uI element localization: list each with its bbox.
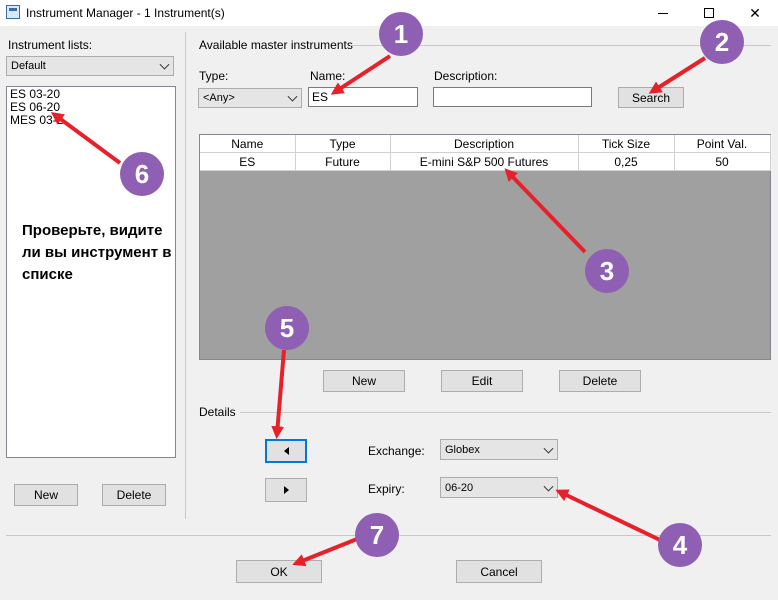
chevron-down-icon xyxy=(287,91,298,102)
master-group-label: Available master instruments xyxy=(199,38,353,52)
cell-description: E-mini S&P 500 Futures xyxy=(390,152,579,171)
triangle-right-icon xyxy=(283,486,289,494)
step-badge-7: 7 xyxy=(355,513,399,557)
step-badge-5: 5 xyxy=(265,306,309,350)
window-title: Instrument Manager - 1 Instrument(s) xyxy=(26,6,225,20)
panel-divider xyxy=(185,32,186,519)
search-button[interactable]: Search xyxy=(618,87,684,108)
master-delete-button[interactable]: Delete xyxy=(559,370,641,392)
app-icon xyxy=(6,5,20,19)
exchange-label: Exchange: xyxy=(368,444,425,458)
group-divider xyxy=(240,412,771,413)
close-icon: ✕ xyxy=(749,4,761,21)
chevron-down-icon xyxy=(543,443,554,454)
step-badge-2: 2 xyxy=(700,20,744,64)
name-label: Name: xyxy=(310,69,346,83)
name-input-value: ES xyxy=(312,90,329,104)
annotation-arrow xyxy=(555,489,661,542)
cancel-button[interactable]: Cancel xyxy=(456,560,542,583)
cell-point-value: 50 xyxy=(674,152,771,171)
cell-type: Future xyxy=(295,152,391,171)
triangle-left-icon xyxy=(283,447,289,455)
chevron-down-icon xyxy=(159,59,170,70)
annotation-arrow xyxy=(271,349,286,440)
step-badge-6: 6 xyxy=(120,152,164,196)
ok-button[interactable]: OK xyxy=(236,560,322,583)
cell-name: ES xyxy=(200,152,296,171)
close-button[interactable]: ✕ xyxy=(732,0,778,26)
column-header-type[interactable]: Type xyxy=(295,135,391,153)
instrument-list-value: Default xyxy=(11,60,46,72)
step-badge-3: 3 xyxy=(585,249,629,293)
expiry-value: 06-20 xyxy=(445,481,474,494)
exchange-select[interactable]: Globex xyxy=(440,439,558,460)
master-new-button[interactable]: New xyxy=(323,370,405,392)
type-label: Type: xyxy=(199,69,229,83)
type-select[interactable]: <Any> xyxy=(198,88,302,108)
move-left-button[interactable] xyxy=(265,439,307,463)
list-delete-button[interactable]: Delete xyxy=(102,484,166,506)
expiry-label: Expiry: xyxy=(368,482,405,496)
master-edit-button[interactable]: Edit xyxy=(441,370,523,392)
exchange-value: Globex xyxy=(445,443,480,456)
move-right-button[interactable] xyxy=(265,478,307,502)
column-header-name[interactable]: Name xyxy=(200,135,296,153)
list-item[interactable]: MES 03-2 xyxy=(7,114,175,127)
table-header-row: Name Type Description Tick Size Point Va… xyxy=(200,135,771,153)
type-value: <Any> xyxy=(203,92,235,104)
table-row[interactable]: ES Future E-mini S&P 500 Futures 0,25 50 xyxy=(200,152,771,171)
cell-tick-size: 0,25 xyxy=(578,152,675,171)
description-label: Description: xyxy=(434,69,498,83)
minimize-icon xyxy=(658,12,668,14)
name-input[interactable]: ES xyxy=(308,87,418,107)
step-badge-4: 4 xyxy=(658,523,702,567)
details-group-label: Details xyxy=(199,405,236,419)
list-new-button[interactable]: New xyxy=(14,484,78,506)
column-header-tick-size[interactable]: Tick Size xyxy=(578,135,675,153)
expiry-select[interactable]: 06-20 xyxy=(440,477,558,498)
chevron-down-icon xyxy=(543,481,554,492)
step-badge-1: 1 xyxy=(379,12,423,56)
instrument-lists-label: Instrument lists: xyxy=(8,38,93,52)
column-header-description[interactable]: Description xyxy=(390,135,579,153)
minimize-button[interactable] xyxy=(640,0,686,26)
maximize-icon xyxy=(704,8,714,18)
column-header-point-value[interactable]: Point Val. xyxy=(674,135,771,153)
instruction-note: Проверьте, видите ли вы инструмент в спи… xyxy=(22,222,172,283)
instrument-table: Name Type Description Tick Size Point Va… xyxy=(200,135,771,171)
instrument-list-select[interactable]: Default xyxy=(6,56,174,76)
description-input[interactable] xyxy=(433,87,592,107)
